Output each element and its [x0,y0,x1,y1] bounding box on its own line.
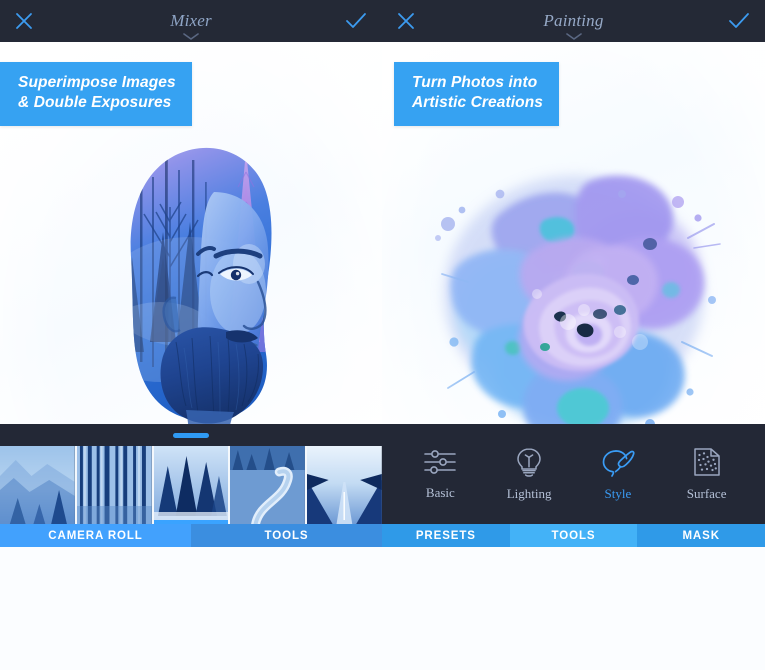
close-button[interactable] [14,11,54,31]
painting-header: Painting [382,0,765,42]
list-item[interactable] [0,446,77,524]
list-item[interactable] [153,446,231,524]
sliders-icon [423,448,457,476]
tab-camera-roll[interactable]: CAMERA ROLL [0,524,191,547]
selected-indicator [153,520,229,524]
confirm-button[interactable] [711,11,751,31]
mixer-tabbar[interactable]: CAMERA ROLL TOOLS [0,524,382,547]
tab-tools[interactable]: TOOLS [191,524,382,547]
list-item[interactable] [230,446,308,524]
thumbnail-list[interactable] [0,446,382,524]
tab-presets[interactable]: PRESETS [382,524,510,547]
close-icon[interactable] [14,11,34,31]
mixer-banner-label: Superimpose Images & Double Exposures [0,62,192,126]
tool-surface[interactable]: Surface [665,447,749,502]
check-icon[interactable] [344,11,368,31]
painting-canvas[interactable]: Turn Photos into Artistic Creations Basi… [382,42,765,547]
tab-mask[interactable]: MASK [637,524,765,547]
mixer-canvas[interactable]: Superimpose Images & Double Exposures CA… [0,42,382,547]
tool-label: Lighting [506,485,552,501]
painting-tool-dock[interactable]: Basic Lighting Style Surface PRESETS TOO… [382,424,765,547]
painting-banner-label: Turn Photos into Artistic Creations [394,62,559,126]
check-icon[interactable] [727,11,751,31]
page-title: Painting [543,11,604,30]
page-title: Mixer [170,11,212,30]
tool-label: Basic [425,484,455,500]
tool-label: Style [604,485,632,501]
mixer-screen: Mixer Superimpose Images & Double Exposu… [0,0,382,670]
tool-basic[interactable]: Basic [398,448,482,501]
palette-brush-icon [600,447,636,477]
confirm-button[interactable] [328,11,368,31]
drag-handle[interactable] [173,432,209,438]
painting-screen: Painting Turn Photos into Artistic Creat… [382,0,765,670]
painting-tabbar[interactable]: PRESETS TOOLS MASK [382,524,765,547]
filmstrip-handle-row [0,424,382,446]
texture-page-icon [691,447,723,477]
close-icon[interactable] [396,11,416,31]
lightbulb-icon [512,447,546,477]
list-item[interactable] [307,446,382,524]
camera-roll-filmstrip[interactable]: CAMERA ROLL TOOLS [0,424,382,547]
tool-lighting[interactable]: Lighting [487,447,571,502]
tool-style[interactable]: Style [576,447,660,502]
list-item[interactable] [76,446,154,524]
dual-screenshot-container: Mixer Superimpose Images & Double Exposu… [0,0,765,670]
tab-tools[interactable]: TOOLS [509,524,638,547]
tool-row[interactable]: Basic Lighting Style Surface [382,424,765,524]
chevron-down-icon[interactable] [382,33,765,41]
tool-label: Surface [686,485,727,501]
close-button[interactable] [396,11,436,31]
mixer-header: Mixer [0,0,382,42]
chevron-down-icon[interactable] [0,33,382,41]
